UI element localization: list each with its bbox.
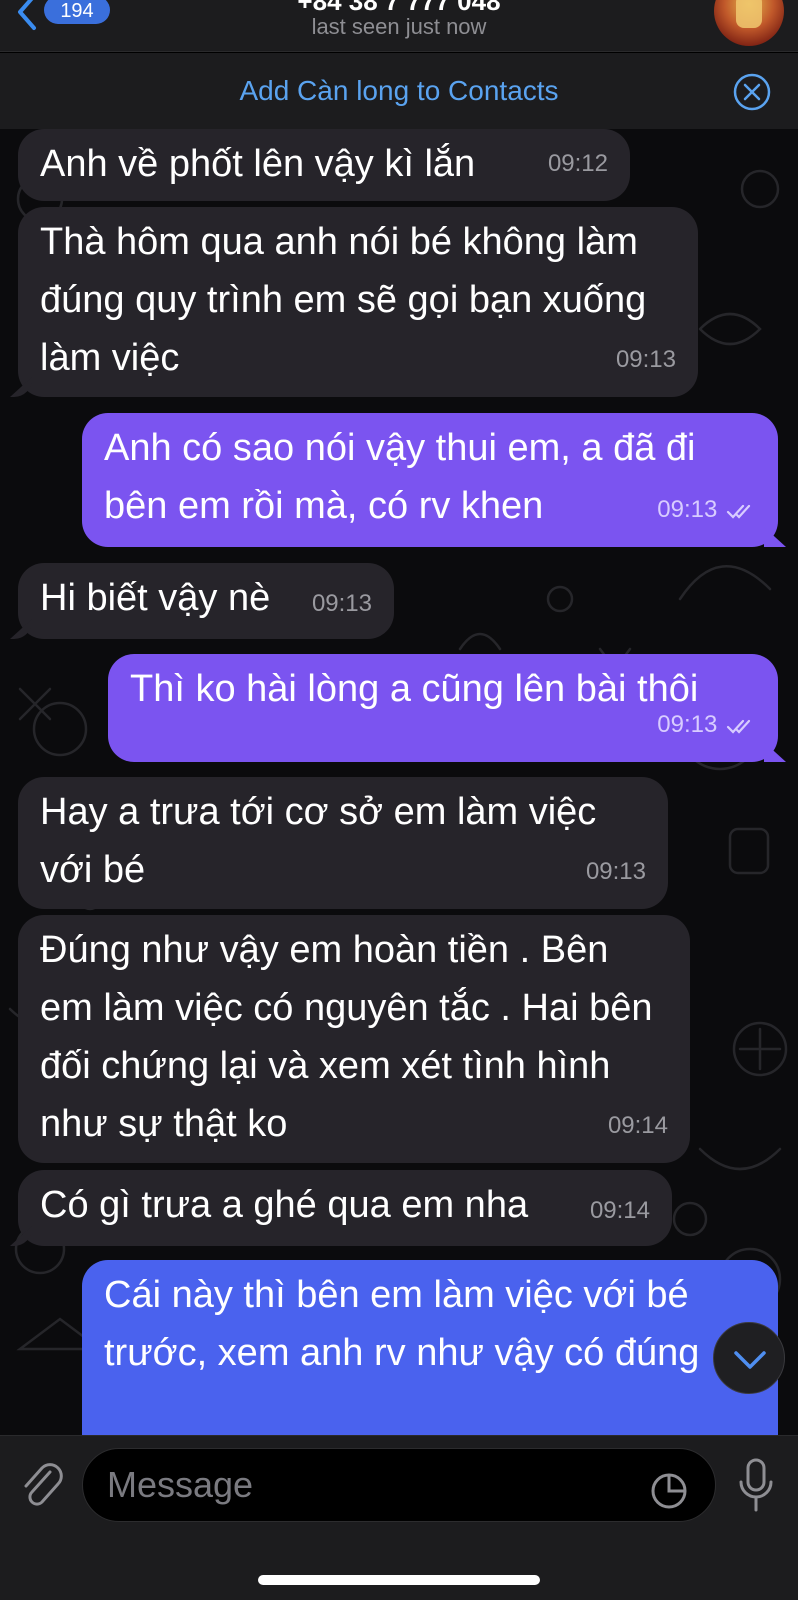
message-time: 09:13 — [657, 496, 718, 523]
message-bubble-outgoing[interactable]: Cái này thì bên em làm việc với bé trước… — [82, 1260, 778, 1435]
add-contact-bar: Add Càn long to Contacts — [0, 53, 798, 129]
message-input[interactable]: Message — [82, 1448, 716, 1522]
message-text: Thà hôm qua anh nói bé không làm đúng qu… — [40, 221, 647, 379]
message-bubble-incoming[interactable]: Hay a trưa tới cơ sở em làm việc với bé … — [18, 777, 668, 909]
message-time-status: 09:13 — [657, 696, 756, 754]
message-text: Cái này thì bên em làm việc với bé trước… — [104, 1274, 700, 1374]
attach-paperclip-icon[interactable] — [20, 1462, 64, 1512]
message-time: 09:12 — [547, 150, 608, 177]
home-indicator — [258, 1575, 540, 1585]
double-check-icon — [726, 719, 751, 734]
message-bubble-incoming[interactable]: Hi biết vậy nè 09:13 — [18, 563, 394, 639]
message-bubble-incoming[interactable]: Anh về phốt lên vậy kì lắn 09:12 — [18, 129, 630, 201]
close-icon[interactable] — [733, 73, 771, 111]
message-time: 09:13 — [311, 590, 372, 617]
message-text: Anh về phốt lên vậy kì lắn — [40, 143, 476, 185]
message-text: Có gì trưa a ghé qua em nha — [40, 1184, 529, 1226]
last-seen-status: last seen just now — [311, 14, 487, 39]
message-bubble-outgoing[interactable]: Thì ko hài lòng a cũng lên bài thôi 09:1… — [108, 654, 778, 762]
message-bubble-incoming[interactable]: Đúng như vậy em hoàn tiền . Bên em làm v… — [18, 915, 690, 1163]
scroll-to-bottom-button[interactable] — [713, 1322, 785, 1394]
chat-header: 194 +84 38 7 777 048 last seen just now — [0, 0, 798, 52]
message-bubble-incoming[interactable]: Thà hôm qua anh nói bé không làm đúng qu… — [18, 207, 698, 397]
message-time-status: 09:13 — [657, 481, 756, 539]
message-time: 09:14 — [589, 1197, 650, 1224]
message-bubble-incoming[interactable]: Có gì trưa a ghé qua em nha 09:14 — [18, 1170, 672, 1246]
sticker-icon[interactable] — [650, 1472, 688, 1510]
chevron-down-icon — [734, 1351, 766, 1369]
message-text: Hay a trưa tới cơ sở em làm việc với bé — [40, 791, 597, 891]
message-text: Đúng như vậy em hoàn tiền . Bên em làm v… — [40, 929, 653, 1145]
microphone-icon[interactable] — [738, 1458, 774, 1514]
message-time: 09:13 — [615, 346, 676, 373]
message-time: 09:13 — [657, 711, 718, 738]
message-time: 09:13 — [585, 858, 646, 885]
message-time: 09:14 — [607, 1112, 668, 1139]
message-list[interactable]: Anh về phốt lên vậy kì lắn 09:12 Thà hôm… — [0, 129, 798, 1435]
message-bubble-outgoing[interactable]: Anh có sao nói vậy thui em, a đã đi bên … — [82, 413, 778, 547]
add-to-contacts-link[interactable]: Add Càn long to Contacts — [0, 53, 798, 129]
double-check-icon — [726, 504, 751, 519]
